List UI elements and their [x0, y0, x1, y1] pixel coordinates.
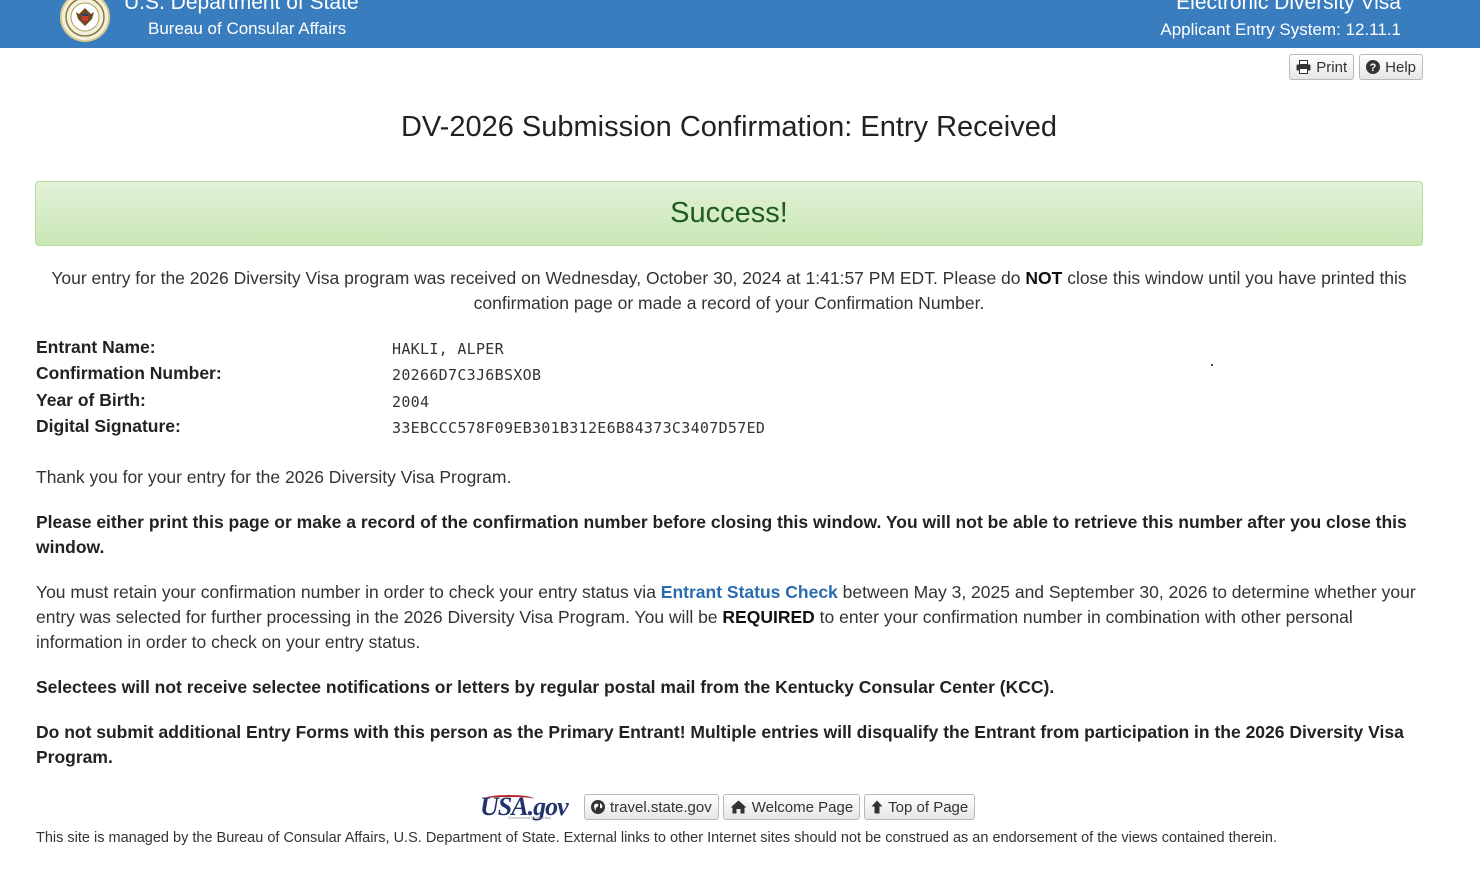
- entrant-status-check-link[interactable]: Entrant Status Check: [661, 582, 838, 602]
- welcome-page-label: Welcome Page: [751, 798, 854, 816]
- top-of-page-label: Top of Page: [888, 798, 969, 816]
- retain-paragraph: You must retain your confirmation number…: [36, 580, 1426, 655]
- no-multiple-entries-paragraph: Do not submit additional Entry Forms wit…: [36, 722, 1404, 767]
- footer-links: USA.gov Government Made Easy travel.stat…: [480, 792, 976, 822]
- footer-disclaimer: This site is managed by the Bureau of Co…: [36, 830, 1277, 846]
- page-title: DV-2026 Submission Confirmation: Entry R…: [400, 111, 1058, 143]
- globe-icon: [591, 800, 605, 814]
- department-seal-logo: [60, 0, 110, 42]
- detail-value: 20266D7C3J6BSXOB: [392, 366, 542, 384]
- svg-text:?: ?: [1370, 62, 1377, 74]
- bureau-subtitle: Bureau of Consular Affairs: [148, 19, 347, 38]
- department-title: U.S. Department of State: [124, 0, 359, 14]
- travel-state-gov-label: travel.state.gov: [610, 798, 712, 816]
- retain-emphasis: REQUIRED: [722, 607, 815, 627]
- detail-row-confirmation-number: Confirmation Number: 20266D7C3J6BSXOB: [36, 363, 936, 389]
- help-button[interactable]: ? Help: [1359, 54, 1423, 80]
- detail-label: Confirmation Number:: [36, 363, 222, 383]
- usagov-tagline: Government Made Easy: [508, 815, 552, 820]
- print-warning-paragraph: Please either print this page or make a …: [36, 512, 1407, 557]
- detail-row-year-of-birth: Year of Birth: 2004: [36, 390, 936, 416]
- system-version: Applicant Entry System: 12.11.1: [1160, 20, 1401, 39]
- arrow-up-icon: [871, 800, 883, 814]
- received-text-start: Your entry for the 2026 Diversity Visa p…: [51, 268, 1026, 288]
- question-circle-icon: ?: [1366, 60, 1381, 74]
- detail-label: Entrant Name:: [36, 337, 156, 357]
- home-icon: [730, 800, 747, 814]
- detail-label: Year of Birth:: [36, 390, 146, 410]
- success-label: Success!: [670, 197, 788, 229]
- detail-value: HAKLI, ALPER: [392, 340, 504, 358]
- received-statement: Your entry for the 2026 Diversity Visa p…: [40, 266, 1418, 316]
- help-label: Help: [1385, 58, 1416, 76]
- thanks-paragraph: Thank you for your entry for the 2026 Di…: [36, 467, 512, 487]
- stray-dot: [1211, 364, 1213, 366]
- print-label: Print: [1316, 58, 1348, 76]
- detail-value: 33EBCCC578F09EB301B312E6B84373C3407D57ED: [392, 419, 766, 437]
- system-title: Electronic Diversity Visa: [1176, 0, 1401, 14]
- detail-row-entrant-name: Entrant Name: HAKLI, ALPER: [36, 337, 936, 363]
- print-button[interactable]: Print: [1289, 54, 1355, 80]
- success-alert: Success!: [35, 181, 1423, 246]
- printer-icon: [1296, 60, 1311, 74]
- no-mail-paragraph: Selectees will not receive selectee noti…: [36, 677, 1055, 697]
- retain-text-start: You must retain your confirmation number…: [36, 582, 661, 602]
- welcome-page-button[interactable]: Welcome Page: [722, 794, 861, 820]
- toolbar: Print ? Help: [1289, 54, 1423, 80]
- detail-row-digital-signature: Digital Signature: 33EBCCC578F09EB301B31…: [36, 416, 936, 442]
- received-emphasis: NOT: [1025, 268, 1063, 288]
- site-header: U.S. Department of State Bureau of Consu…: [0, 0, 1480, 48]
- travel-state-gov-button[interactable]: travel.state.gov: [584, 794, 719, 820]
- detail-value: 2004: [392, 393, 430, 411]
- detail-label: Digital Signature:: [36, 416, 181, 436]
- usagov-logo-link[interactable]: USA.gov Government Made Easy: [480, 792, 578, 822]
- top-of-page-button[interactable]: Top of Page: [864, 794, 976, 820]
